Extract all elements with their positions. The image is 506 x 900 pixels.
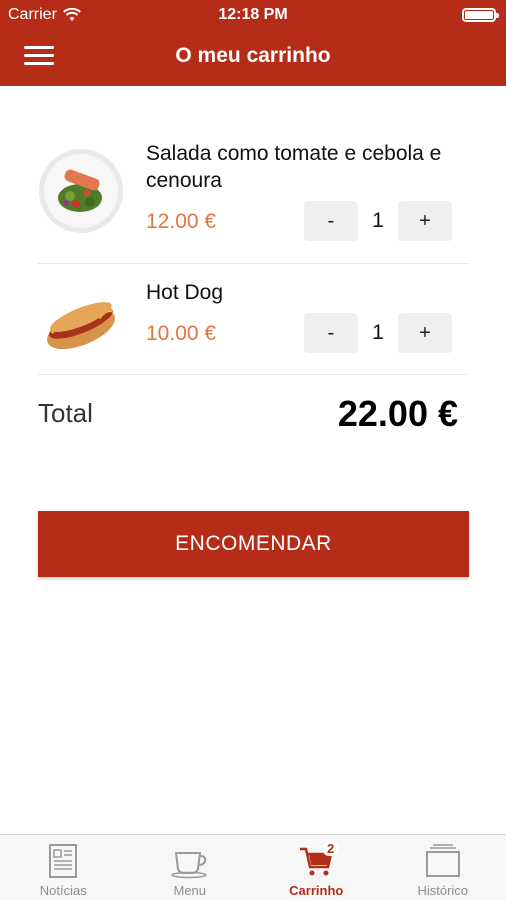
decrease-quantity-button[interactable]: - — [304, 201, 358, 241]
tab-menu[interactable]: Menu — [127, 835, 254, 900]
app-header: Carrier 12:18 PM O meu carrinho — [0, 0, 506, 86]
item-price: 10.00 € — [146, 322, 217, 345]
tab-label: Carrinho — [289, 883, 344, 898]
cart-item: Hot Dog 10.00 € - 1 + — [38, 265, 469, 375]
status-time: 12:18 PM — [218, 6, 288, 23]
battery-icon — [462, 8, 499, 22]
hot-dog-image — [47, 302, 115, 350]
page-title: O meu carrinho — [175, 44, 331, 67]
cart-count-badge: 2 — [323, 841, 339, 856]
item-name: Salada como tomate e cebola e cenoura — [146, 142, 442, 192]
salad-plate-image — [39, 149, 123, 233]
tab-noticias[interactable]: Notícias — [0, 835, 127, 900]
total-label: Total — [38, 398, 93, 428]
quantity-value: 1 — [372, 209, 384, 232]
coffee-cup-icon — [171, 852, 207, 879]
quantity-stepper: - 1 + — [304, 201, 452, 241]
tab-label: Notícias — [39, 883, 87, 898]
tab-historico[interactable]: Histórico — [380, 835, 506, 900]
tab-label: Menu — [173, 883, 207, 898]
newspaper-icon — [49, 844, 78, 878]
decrease-quantity-button[interactable]: - — [304, 313, 358, 353]
tab-bar: Notícias Menu 2 Carrinho Histórico — [0, 834, 506, 900]
item-price: 12.00 € — [146, 210, 217, 233]
history-box-icon — [425, 844, 460, 877]
cart-item: Salada como tomate e cebola e cenoura 12… — [38, 130, 469, 264]
increase-quantity-button[interactable]: + — [398, 313, 452, 353]
total-value: 22.00 € — [337, 393, 458, 434]
quantity-value: 1 — [372, 321, 384, 344]
status-bar: Carrier 12:18 PM — [0, 0, 506, 30]
tab-label: Histórico — [417, 883, 469, 898]
item-name: Hot Dog — [146, 281, 224, 304]
increase-quantity-button[interactable]: + — [398, 201, 452, 241]
tab-carrinho[interactable]: 2 Carrinho — [253, 835, 380, 900]
order-button[interactable]: ENCOMENDAR — [38, 511, 469, 577]
quantity-stepper: - 1 + — [304, 313, 452, 353]
